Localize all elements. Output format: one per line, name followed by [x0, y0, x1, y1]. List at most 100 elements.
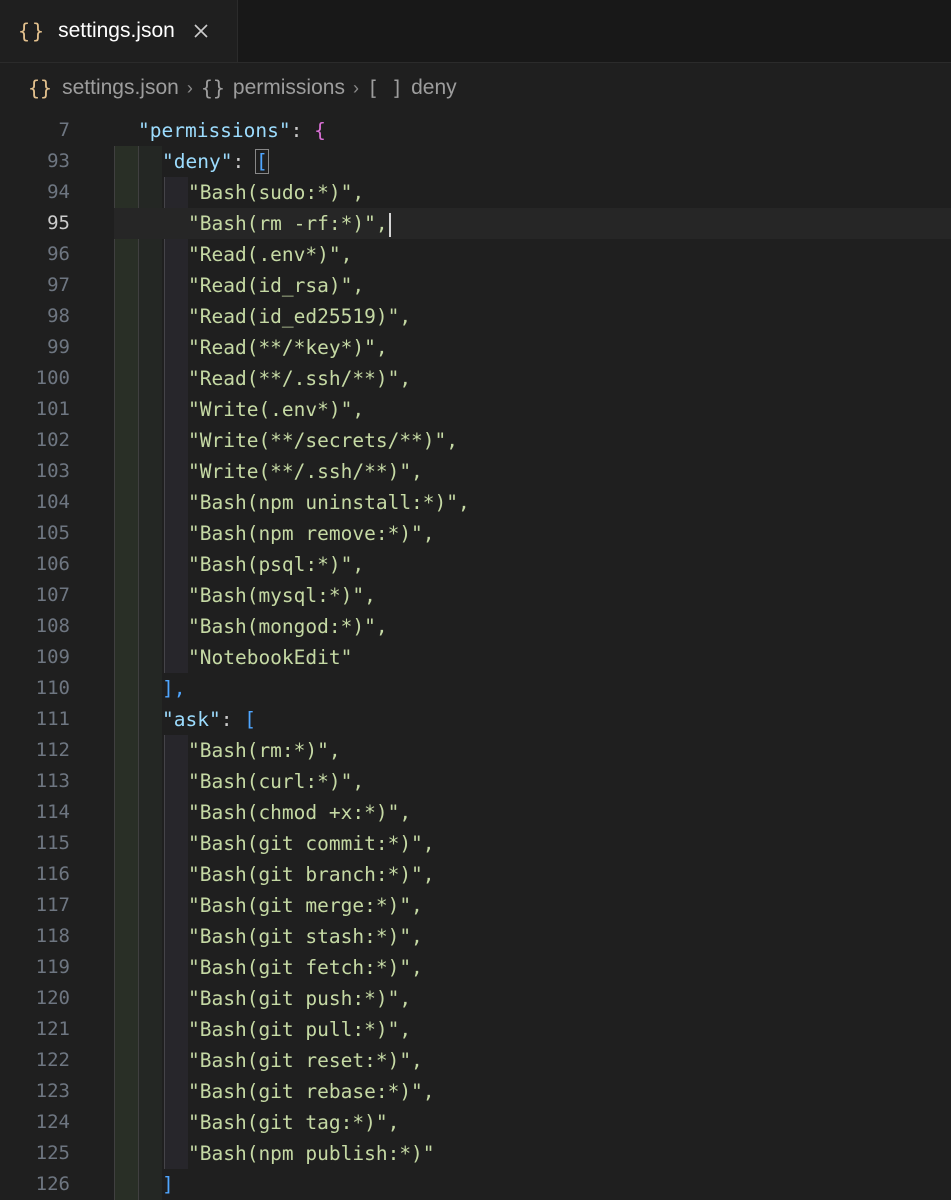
line-number: 98 [47, 305, 70, 327]
code-line[interactable]: "Bash(git tag:*)", [188, 1107, 399, 1138]
code-line[interactable]: "Bash(git reset:*)", [188, 1045, 423, 1076]
code-line[interactable]: "deny": [ [162, 146, 269, 177]
code-line[interactable]: "NotebookEdit" [188, 642, 352, 673]
code-line[interactable]: "Write(**/.ssh/**)", [188, 456, 423, 487]
tab-bar: {} settings.json [0, 0, 951, 63]
code-line[interactable]: "Read(**/.ssh/**)", [188, 363, 411, 394]
json-string-value: "Bash(curl:*)", [188, 770, 365, 793]
code-line[interactable]: "Bash(chmod +x:*)", [188, 797, 411, 828]
indent-guide-band [114, 146, 138, 1200]
line-number: 114 [35, 801, 70, 823]
code-line[interactable]: "Bash(git fetch:*)", [188, 952, 423, 983]
code-line[interactable]: "Bash(rm -rf:*)", [188, 208, 391, 239]
indent-guide [114, 146, 115, 1200]
json-string-value: "Bash(git merge:*)", [188, 894, 423, 917]
json-key: "ask" [162, 708, 221, 731]
line-number: 102 [35, 429, 70, 451]
close-bracket: ], [162, 677, 186, 700]
json-string-value: "Bash(git reset:*)", [188, 1049, 423, 1072]
code-editor[interactable]: 7 93 94 95 96 97 98 99 100 101 102 103 104 105 106 107 1… [0, 113, 951, 1200]
line-number: 106 [35, 553, 70, 575]
code-line[interactable]: "Read(.env*)", [188, 239, 352, 270]
code-line[interactable]: "Write(.env*)", [188, 394, 364, 425]
json-string-value: "Write(**/secrets/**)", [188, 429, 459, 452]
json-string-value: "Read(.env*)", [188, 243, 353, 266]
code-line[interactable]: ], [162, 673, 185, 704]
text-cursor [388, 212, 391, 237]
json-string-value: "Read(id_rsa)", [188, 274, 365, 297]
breadcrumb-label: deny [411, 76, 457, 99]
line-number: 97 [47, 274, 70, 296]
breadcrumb-item-settings-json[interactable]: {} settings.json [28, 76, 179, 100]
line-number: 110 [35, 677, 70, 699]
code-line[interactable]: "Read(id_ed25519)", [188, 301, 411, 332]
line-number: 107 [35, 584, 70, 606]
line-number-gutter: 7 93 94 95 96 97 98 99 100 101 102 103 104 105 106 107 1… [0, 113, 70, 1200]
json-string-value: "Read(**/*key*)", [188, 336, 388, 359]
line-number: 116 [35, 863, 70, 885]
line-number: 119 [35, 956, 70, 978]
line-number: 105 [35, 522, 70, 544]
indent-guide [138, 146, 139, 1200]
code-line[interactable]: "Bash(mysql:*)", [188, 580, 376, 611]
code-line[interactable]: "Bash(git merge:*)", [188, 890, 423, 921]
code-line[interactable]: "Read(id_rsa)", [188, 270, 364, 301]
colon: : [290, 119, 315, 142]
json-string-value: "Bash(npm uninstall:*)", [188, 491, 470, 514]
code-line[interactable]: "Bash(git rebase:*)", [188, 1076, 435, 1107]
json-key: "deny" [162, 150, 233, 173]
line-number: 126 [35, 1173, 70, 1195]
colon: : [232, 150, 256, 173]
json-key: "permissions" [138, 119, 291, 142]
code-line[interactable]: "Bash(sudo:*)", [188, 177, 364, 208]
brackets-icon: [ ] [366, 76, 404, 100]
code-line[interactable]: "Bash(git stash:*)", [188, 921, 423, 952]
line-number: 95 [47, 212, 70, 234]
code-line[interactable]: "Bash(curl:*)", [188, 766, 364, 797]
code-line[interactable]: "ask": [ [162, 704, 256, 735]
breadcrumb-item-deny[interactable]: [ ] deny [367, 76, 457, 100]
braces-icon: {} [200, 76, 225, 100]
line-number: 121 [35, 1018, 70, 1040]
code-line[interactable]: ] [162, 1169, 174, 1200]
json-string-value: "Write(.env*)", [188, 398, 365, 421]
tab-settings-json[interactable]: {} settings.json [0, 0, 238, 62]
code-line[interactable]: "permissions": { [138, 115, 326, 146]
code-line[interactable]: "Bash(npm remove:*)", [188, 518, 435, 549]
indent-guide-band [164, 735, 188, 1169]
json-string-value: "Bash(npm remove:*)", [188, 522, 435, 545]
line-number: 112 [35, 739, 70, 761]
json-string-value: "Bash(git branch:*)", [188, 863, 435, 886]
code-line[interactable]: "Bash(git branch:*)", [188, 859, 435, 890]
chevron-right-icon: › [186, 77, 193, 98]
line-number: 125 [35, 1142, 70, 1164]
line-number: 96 [47, 243, 70, 265]
breadcrumb-item-permissions[interactable]: {} permissions [201, 76, 345, 100]
code-line[interactable]: "Bash(mongod:*)", [188, 611, 388, 642]
colon: : [220, 708, 245, 731]
braces-icon: {} [18, 19, 47, 43]
json-string-value: "Bash(mysql:*)", [188, 584, 376, 607]
line-number: 115 [35, 832, 70, 854]
code-line[interactable]: "Read(**/*key*)", [188, 332, 388, 363]
code-line[interactable]: "Bash(psql:*)", [188, 549, 364, 580]
json-string-value: "Write(**/.ssh/**)", [188, 460, 423, 483]
code-line[interactable]: "Bash(git pull:*)", [188, 1014, 411, 1045]
code-line[interactable]: "Write(**/secrets/**)", [188, 425, 458, 456]
code-line[interactable]: "Bash(rm:*)", [188, 735, 341, 766]
braces-icon: {} [28, 76, 53, 100]
code-line[interactable]: "Bash(npm uninstall:*)", [188, 487, 470, 518]
code-line[interactable]: "Bash(npm publish:*)" [188, 1138, 435, 1169]
line-number: 108 [35, 615, 70, 637]
breadcrumb-label: permissions [232, 76, 345, 99]
close-icon[interactable] [193, 23, 209, 39]
json-string-value: "Bash(sudo:*)", [188, 181, 365, 204]
line-number: 118 [35, 925, 70, 947]
json-string-value: "Bash(git rebase:*)", [188, 1080, 435, 1103]
indent-guide-band [138, 146, 162, 1200]
line-number: 103 [35, 460, 70, 482]
code-line[interactable]: "Bash(git commit:*)", [188, 828, 435, 859]
tab-label: settings.json [58, 19, 175, 42]
code-line[interactable]: "Bash(git push:*)", [188, 983, 411, 1014]
line-number: 99 [47, 336, 70, 358]
